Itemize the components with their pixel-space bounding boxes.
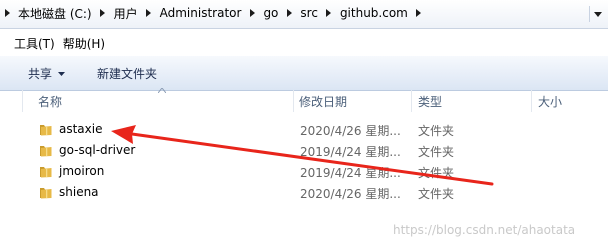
new-folder-button[interactable]: 新建文件夹	[97, 65, 157, 82]
folder-icon	[40, 167, 52, 178]
breadcrumb-item-github-com[interactable]: github.com	[336, 3, 412, 23]
file-modified: 2020/4/26 星期...	[300, 187, 401, 201]
breadcrumb-item-src[interactable]: src	[296, 3, 322, 23]
file-row[interactable]: jmoiron 2019/4/24 星期... 文件夹	[0, 162, 608, 182]
column-header-size[interactable]: 大小	[538, 93, 562, 110]
breadcrumb-separator-icon[interactable]	[322, 3, 336, 23]
column-divider[interactable]	[293, 90, 294, 112]
breadcrumb: 本地磁盘 (C:) 用户 Administrator go src github…	[0, 3, 426, 23]
menu-bar: 工具(T) 帮助(H)	[0, 33, 608, 53]
file-type: 文件夹	[418, 124, 455, 138]
column-header-name[interactable]: 名称	[38, 93, 62, 110]
file-name: shiena	[59, 185, 99, 199]
file-modified: 2019/4/24 星期...	[300, 145, 401, 159]
breadcrumb-separator-icon[interactable]	[412, 3, 426, 23]
sort-ascending-icon	[158, 88, 166, 93]
menu-help[interactable]: 帮助(H)	[61, 35, 111, 52]
share-button[interactable]: 共享	[28, 65, 66, 82]
breadcrumb-item-users[interactable]: 用户	[110, 3, 142, 23]
file-name: astaxie	[59, 122, 103, 136]
watermark: https://blog.csdn.net/ahaotata	[393, 223, 576, 237]
column-divider	[22, 90, 23, 112]
chevron-down-icon	[594, 11, 602, 17]
breadcrumb-separator-icon[interactable]	[142, 3, 156, 23]
breadcrumb-item-administrator[interactable]: Administrator	[156, 3, 246, 23]
file-name: go-sql-driver	[59, 143, 136, 157]
file-row[interactable]: go-sql-driver 2019/4/24 星期... 文件夹	[0, 141, 608, 161]
command-bar: 共享 新建文件夹	[0, 55, 608, 91]
chevron-down-icon	[58, 71, 66, 76]
breadcrumb-separator-icon[interactable]	[96, 3, 110, 23]
column-header-type[interactable]: 类型	[418, 93, 442, 110]
address-history-dropdown[interactable]	[589, 6, 606, 22]
file-modified: 2019/4/24 星期...	[300, 166, 401, 180]
file-modified: 2020/4/26 星期...	[300, 124, 401, 138]
folder-icon	[40, 146, 52, 157]
breadcrumb-item-go[interactable]: go	[259, 3, 282, 23]
breadcrumb-item-local-disk[interactable]: 本地磁盘 (C:)	[14, 3, 96, 23]
column-divider[interactable]	[411, 90, 412, 112]
file-type: 文件夹	[418, 187, 455, 201]
file-type: 文件夹	[418, 145, 455, 159]
file-type: 文件夹	[418, 166, 455, 180]
file-name: jmoiron	[59, 164, 105, 178]
column-header-row: 名称 修改日期 类型 大小	[0, 88, 608, 112]
breadcrumb-separator-icon[interactable]	[282, 3, 296, 23]
address-bar[interactable]: 本地磁盘 (C:) 用户 Administrator go src github…	[0, 0, 608, 29]
column-header-modified[interactable]: 修改日期	[299, 93, 347, 110]
folder-icon	[40, 125, 52, 136]
file-row[interactable]: shiena 2020/4/26 星期... 文件夹	[0, 183, 608, 203]
file-row[interactable]: astaxie 2020/4/26 星期... 文件夹	[0, 120, 608, 140]
breadcrumb-separator-icon[interactable]	[245, 3, 259, 23]
column-divider[interactable]	[531, 90, 532, 112]
menu-tools[interactable]: 工具(T)	[0, 35, 61, 52]
folder-icon	[40, 188, 52, 199]
breadcrumb-separator-icon[interactable]	[0, 3, 14, 23]
share-button-label: 共享	[28, 67, 53, 81]
